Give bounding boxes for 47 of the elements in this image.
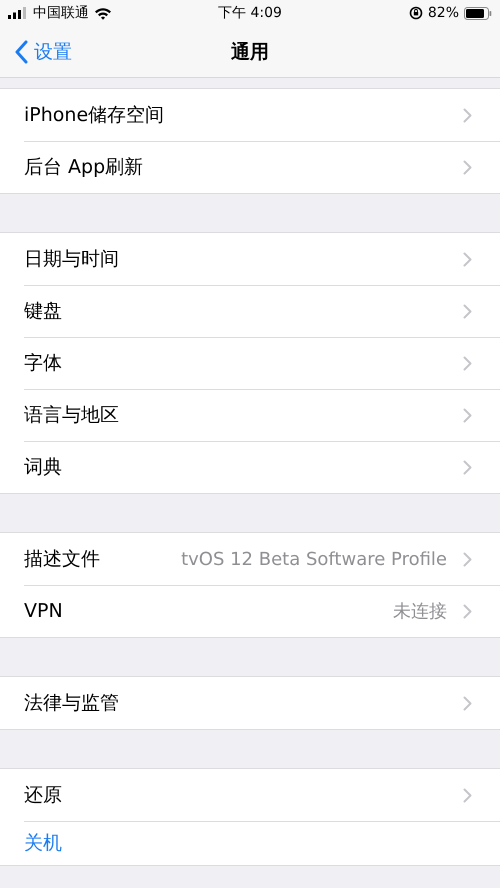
settings-row[interactable]: 字体 bbox=[0, 337, 500, 389]
rotation-lock-icon bbox=[408, 6, 423, 20]
signal-icon bbox=[8, 7, 28, 19]
row-value: tvOS 12 Beta Software Profile bbox=[181, 548, 447, 570]
row-label: 法律与监管 bbox=[24, 691, 120, 716]
row-label: iPhone储存空间 bbox=[24, 103, 166, 128]
row-label: 字体 bbox=[24, 351, 63, 376]
chevron-right-icon bbox=[463, 356, 472, 370]
row-label: 描述文件 bbox=[24, 547, 101, 572]
settings-row[interactable]: 还原 bbox=[0, 769, 500, 821]
chevron-right-icon bbox=[463, 460, 472, 474]
chevron-right-icon bbox=[463, 304, 472, 318]
chevron-right-icon bbox=[463, 252, 472, 266]
settings-row[interactable]: VPN 未连接 bbox=[0, 585, 500, 637]
carrier-name: 中国联通 bbox=[33, 4, 89, 22]
battery-percent: 82% bbox=[428, 5, 459, 21]
settings-row[interactable]: 后台 App刷新 bbox=[0, 141, 500, 193]
row-label: 后台 App刷新 bbox=[24, 155, 144, 180]
settings-row[interactable]: 法律与监管 bbox=[0, 677, 500, 729]
shutdown-row[interactable]: 关机 bbox=[0, 821, 500, 865]
wifi-icon bbox=[94, 6, 112, 20]
nav-title: 通用 bbox=[231, 40, 269, 64]
row-label: 还原 bbox=[24, 783, 63, 808]
row-label: 语言与地区 bbox=[24, 403, 120, 428]
status-time: 下午 4:09 bbox=[218, 4, 282, 22]
chevron-right-icon bbox=[463, 408, 472, 422]
settings-row[interactable]: 描述文件 tvOS 12 Beta Software Profile bbox=[0, 533, 500, 585]
battery-icon bbox=[464, 6, 492, 20]
settings-row[interactable]: 键盘 bbox=[0, 285, 500, 337]
settings-row[interactable]: 日期与时间 bbox=[0, 233, 500, 285]
chevron-right-icon bbox=[463, 696, 472, 710]
row-label: VPN bbox=[24, 600, 64, 622]
row-label: 关机 bbox=[24, 831, 62, 856]
row-value: 未连接 bbox=[393, 600, 447, 623]
settings-row[interactable]: 语言与地区 bbox=[0, 389, 500, 441]
chevron-right-icon bbox=[463, 552, 472, 566]
chevron-right-icon bbox=[463, 160, 472, 174]
settings-row[interactable]: iPhone储存空间 bbox=[0, 89, 500, 141]
settings-row[interactable]: 词典 bbox=[0, 441, 500, 493]
row-label: 日期与时间 bbox=[24, 247, 120, 272]
chevron-left-icon bbox=[14, 40, 28, 64]
row-label: 键盘 bbox=[24, 299, 63, 324]
back-button[interactable]: 设置 bbox=[0, 38, 72, 64]
row-label: 词典 bbox=[24, 455, 63, 480]
chevron-right-icon bbox=[463, 108, 472, 122]
chevron-right-icon bbox=[463, 604, 472, 618]
chevron-right-icon bbox=[463, 788, 472, 802]
